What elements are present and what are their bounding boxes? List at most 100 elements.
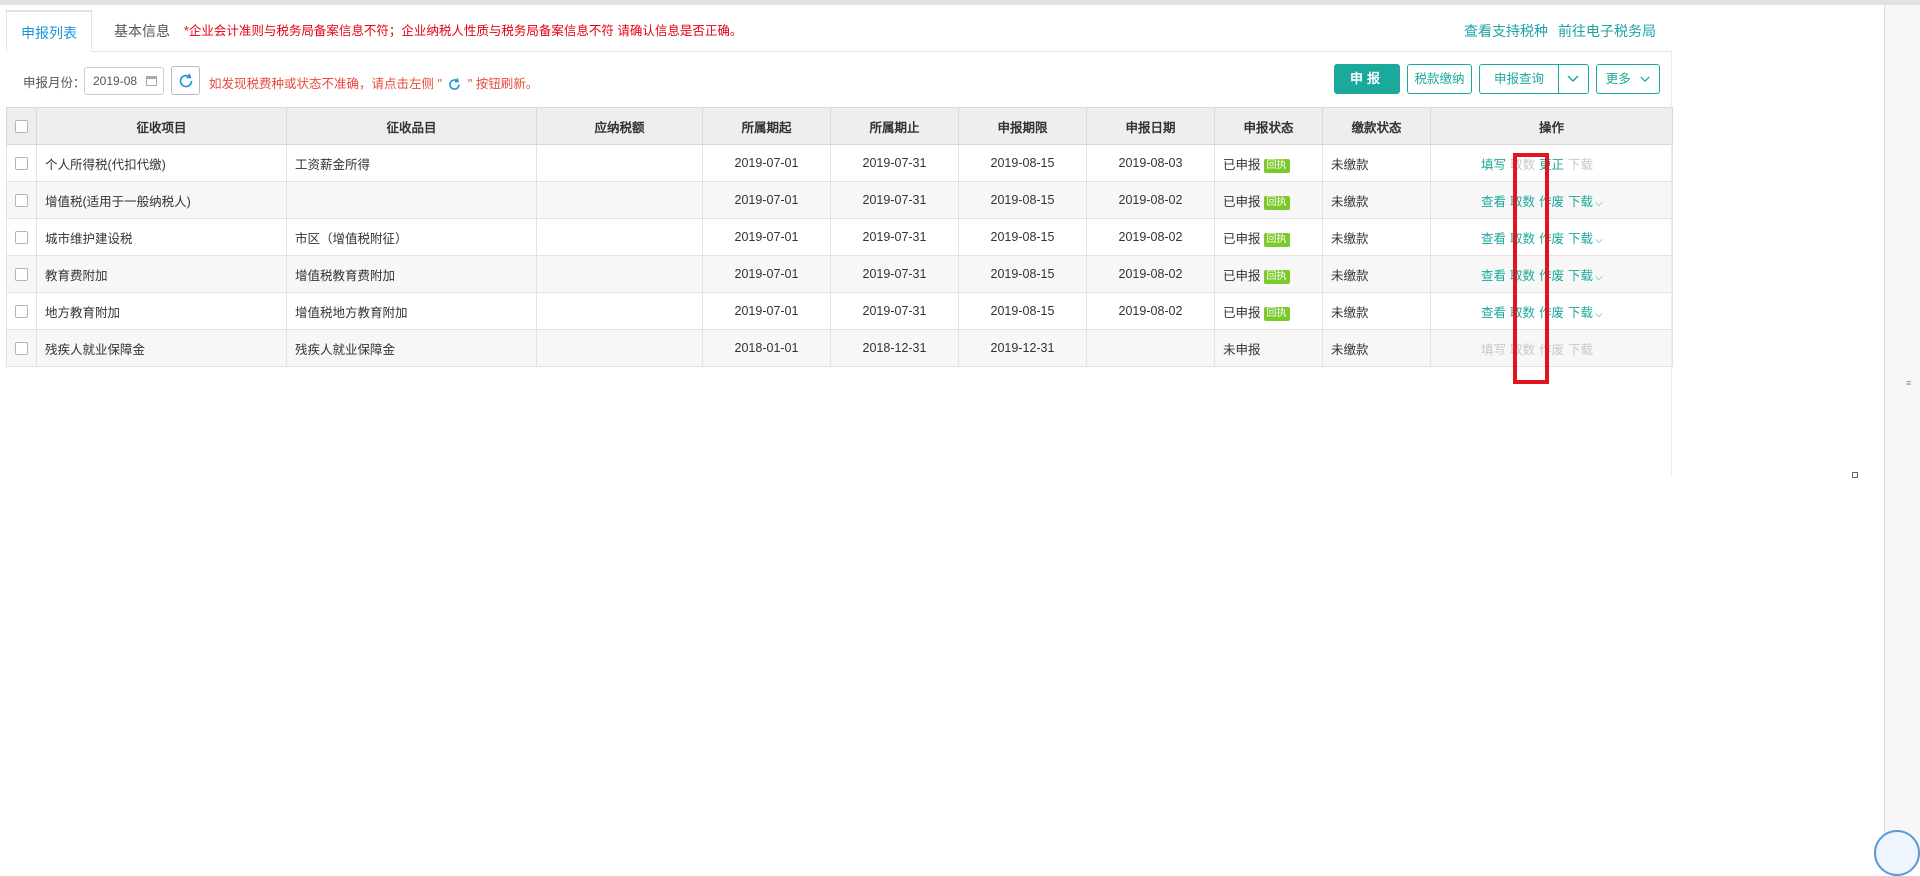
right-gutter bbox=[1884, 5, 1920, 857]
cell-declare-status: 已申报 回执 bbox=[1214, 144, 1323, 182]
declare-button[interactable]: 申报 bbox=[1334, 64, 1400, 94]
cell-deadline: 2019-08-15 bbox=[958, 292, 1087, 330]
action-0-link[interactable]: 填写 bbox=[1481, 158, 1506, 172]
action-label: 填写 bbox=[1481, 342, 1507, 357]
action-label: 作废 bbox=[1539, 268, 1565, 283]
action-3-link: 下载 bbox=[1568, 343, 1593, 357]
action-0-link[interactable]: 查看 bbox=[1481, 195, 1506, 209]
month-label: 申报月份： bbox=[23, 76, 86, 90]
action-0-link[interactable]: 查看 bbox=[1481, 306, 1506, 320]
action-1-link[interactable]: 取数 bbox=[1510, 269, 1535, 283]
cell-item: 个人所得税(代扣代缴) bbox=[36, 144, 287, 182]
action-label: 取数 bbox=[1510, 342, 1536, 357]
action-2-link[interactable]: 作废 bbox=[1539, 232, 1564, 246]
refresh-button[interactable] bbox=[171, 66, 200, 95]
link-e-tax-bureau[interactable]: 前往电子税务局 bbox=[1558, 10, 1656, 52]
action-2-link[interactable]: 作废 bbox=[1539, 269, 1564, 283]
row-checkbox[interactable] bbox=[15, 268, 28, 282]
receipt-badge[interactable]: 回执 bbox=[1263, 195, 1290, 210]
action-3-link[interactable]: 下载 ⌵ bbox=[1568, 306, 1603, 320]
tab-basic-info[interactable]: 基本信息 bbox=[100, 10, 184, 52]
row-checkbox[interactable] bbox=[15, 342, 28, 356]
column-header: 征收品目 bbox=[286, 107, 537, 145]
column-header: 缴款状态 bbox=[1322, 107, 1431, 145]
action-1-link[interactable]: 取数 bbox=[1510, 232, 1535, 246]
cell-payment-status: 未缴款 bbox=[1322, 255, 1431, 293]
action-0-link[interactable]: 查看 bbox=[1481, 269, 1506, 283]
tax-payment-button[interactable]: 税款缴纳 bbox=[1407, 64, 1472, 94]
action-1-link[interactable]: 取数 bbox=[1510, 306, 1535, 320]
resize-handle[interactable] bbox=[1852, 472, 1858, 478]
declaration-table: 征收项目 征收品目 应纳税额 所属期起 所属期止 申报期限 申报日期 申报状态 … bbox=[6, 107, 1673, 367]
action-3-link[interactable]: 下载 ⌵ bbox=[1568, 195, 1603, 209]
row-select-cell bbox=[6, 144, 37, 182]
month-picker[interactable]: 2019-08 bbox=[84, 67, 164, 95]
declare-status-text: 已申报 bbox=[1223, 305, 1261, 320]
cell-sub-item: 市区（增值税附征） bbox=[286, 218, 537, 256]
declare-status-text: 未申报 bbox=[1223, 342, 1261, 357]
receipt-badge[interactable]: 回执 bbox=[1263, 232, 1290, 247]
action-label: 作废 bbox=[1539, 231, 1565, 246]
assistant-avatar[interactable] bbox=[1874, 830, 1920, 876]
tab-declaration-list[interactable]: 申报列表 bbox=[6, 10, 92, 52]
cell-item: 地方教育附加 bbox=[36, 292, 287, 330]
chevron-down-icon: ⌵ bbox=[1595, 308, 1603, 320]
row-checkbox[interactable] bbox=[15, 231, 28, 245]
month-value: 2019-08 bbox=[93, 74, 138, 88]
cell-sub-item: 残疾人就业保障金 bbox=[286, 329, 537, 367]
cell-period-start: 2018-01-01 bbox=[702, 329, 831, 367]
cell-period-start: 2019-07-01 bbox=[702, 144, 831, 182]
declare-query-dropdown[interactable] bbox=[1559, 64, 1589, 94]
receipt-badge[interactable]: 回执 bbox=[1263, 306, 1290, 321]
action-3-link[interactable]: 下载 ⌵ bbox=[1568, 269, 1603, 283]
cell-item: 教育费附加 bbox=[36, 255, 287, 293]
action-1-link[interactable]: 取数 bbox=[1510, 195, 1535, 209]
action-label: 取数 bbox=[1510, 268, 1536, 283]
cell-actions: 查看 取数 作废 下载 ⌵ bbox=[1430, 292, 1673, 330]
action-2-link[interactable]: 作废 bbox=[1539, 306, 1564, 320]
action-2-link[interactable]: 更正 bbox=[1539, 158, 1564, 172]
link-supported-taxes[interactable]: 查看支持税种 bbox=[1464, 10, 1548, 52]
select-all-checkbox[interactable] bbox=[15, 120, 28, 134]
column-header: 征收项目 bbox=[36, 107, 287, 145]
cell-deadline: 2019-08-15 bbox=[958, 144, 1087, 182]
more-button[interactable]: 更多 bbox=[1596, 64, 1660, 94]
action-0-link[interactable]: 查看 bbox=[1481, 232, 1506, 246]
cell-deadline: 2019-12-31 bbox=[958, 329, 1087, 367]
cell-declare-status: 已申报 回执 bbox=[1214, 218, 1323, 256]
cell-declare-status: 已申报 回执 bbox=[1214, 255, 1323, 293]
row-select-cell bbox=[6, 181, 37, 219]
cell-declare-status: 已申报 回执 bbox=[1214, 181, 1323, 219]
cell-actions: 填写 取数 作废 下载 bbox=[1430, 329, 1673, 367]
declare-status-text: 已申报 bbox=[1223, 268, 1261, 283]
action-3-link: 下载 bbox=[1568, 158, 1593, 172]
action-label: 取数 bbox=[1510, 231, 1536, 246]
receipt-badge[interactable]: 回执 bbox=[1263, 269, 1290, 284]
action-label: 作废 bbox=[1539, 305, 1565, 320]
row-checkbox[interactable] bbox=[15, 305, 28, 319]
cell-amount bbox=[536, 329, 703, 367]
cell-sub-item: 增值税教育费附加 bbox=[286, 255, 537, 293]
cell-amount bbox=[536, 144, 703, 182]
cell-deadline: 2019-08-15 bbox=[958, 255, 1087, 293]
action-label: 下载 bbox=[1568, 194, 1594, 209]
collapse-handle-icon[interactable]: ≡ bbox=[1906, 378, 1914, 388]
row-checkbox[interactable] bbox=[15, 157, 28, 171]
action-2-link[interactable]: 作废 bbox=[1539, 195, 1564, 209]
action-label: 查看 bbox=[1481, 268, 1507, 283]
cell-sub-item: 工资薪金所得 bbox=[286, 144, 537, 182]
cell-sub-item: 增值税地方教育附加 bbox=[286, 292, 537, 330]
row-checkbox[interactable] bbox=[15, 194, 28, 208]
chevron-down-icon: ⌵ bbox=[1595, 271, 1603, 283]
refresh-icon bbox=[449, 78, 461, 91]
row-select-cell bbox=[6, 218, 37, 256]
cell-declare-date bbox=[1086, 329, 1215, 367]
cell-amount bbox=[536, 181, 703, 219]
declaration-page: 申报列表 基本信息 *企业会计准则与税务局备案信息不符；企业纳税人性质与税务局备… bbox=[6, 10, 1673, 477]
action-3-link[interactable]: 下载 ⌵ bbox=[1568, 232, 1603, 246]
column-header: 申报状态 bbox=[1214, 107, 1323, 145]
action-2-link: 作废 bbox=[1539, 343, 1564, 357]
cell-actions: 查看 取数 作废 下载 ⌵ bbox=[1430, 218, 1673, 256]
declare-query-button[interactable]: 申报查询 bbox=[1479, 64, 1559, 94]
receipt-badge[interactable]: 回执 bbox=[1263, 158, 1290, 173]
